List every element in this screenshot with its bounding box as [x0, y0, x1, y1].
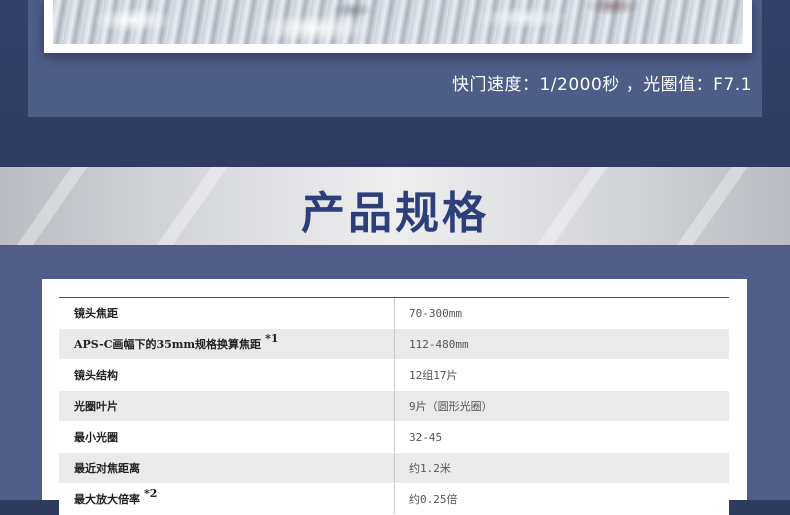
section-title-band: 产品规格 [0, 167, 790, 245]
spec-label: 最大放大倍率 *2 [59, 484, 395, 514]
spec-label: 镜头结构 [59, 360, 395, 390]
spec-row-lens-construction: 镜头结构 12组17片 [59, 360, 729, 391]
spec-value: 9片（圆形光圈） [409, 400, 493, 413]
footnote-marker: *1 [265, 331, 279, 345]
spec-label: APS-C画幅下的35mm规格换算焦距 *1 [59, 329, 395, 359]
spec-value: 约0.25倍 [409, 493, 458, 506]
spec-card: 镜头焦距 70-300mm APS-C画幅下的35mm规格换算焦距 *1 112… [42, 279, 747, 515]
footnote-marker: *2 [144, 486, 158, 500]
spec-label: 镜头焦距 [59, 298, 395, 328]
photo-section: 快门速度：1/2000秒 ，光圈值：F7.1 [0, 0, 790, 167]
spec-row-minimum-aperture: 最小光圈 32-45 [59, 422, 729, 453]
spec-label: 最近对焦距离 [59, 453, 395, 483]
sample-photo [53, 0, 743, 44]
spec-value: 12组17片 [409, 369, 458, 382]
spec-value: 112-480mm [409, 337, 469, 351]
spec-label: 光圈叶片 [59, 391, 395, 421]
spec-label: 最小光圈 [59, 422, 395, 452]
spec-value: 约1.2米 [409, 462, 451, 475]
spec-table: 镜头焦距 70-300mm APS-C画幅下的35mm规格换算焦距 *1 112… [59, 297, 729, 515]
spec-row-aperture-blades: 光圈叶片 9片（圆形光圈） [59, 391, 729, 422]
photo-frame [44, 0, 752, 53]
spec-value: 70-300mm [409, 306, 462, 320]
spec-row-equivalent-focal-length: APS-C画幅下的35mm规格换算焦距 *1 112-480mm [59, 329, 729, 360]
photo-caption: 快门速度：1/2000秒 ，光圈值：F7.1 [451, 75, 752, 95]
spec-row-focal-length: 镜头焦距 70-300mm [59, 298, 729, 329]
spec-value: 32-45 [409, 430, 443, 444]
section-title: 产品规格 [301, 188, 489, 239]
spec-row-min-focus-distance: 最近对焦距离 约1.2米 [59, 453, 729, 484]
